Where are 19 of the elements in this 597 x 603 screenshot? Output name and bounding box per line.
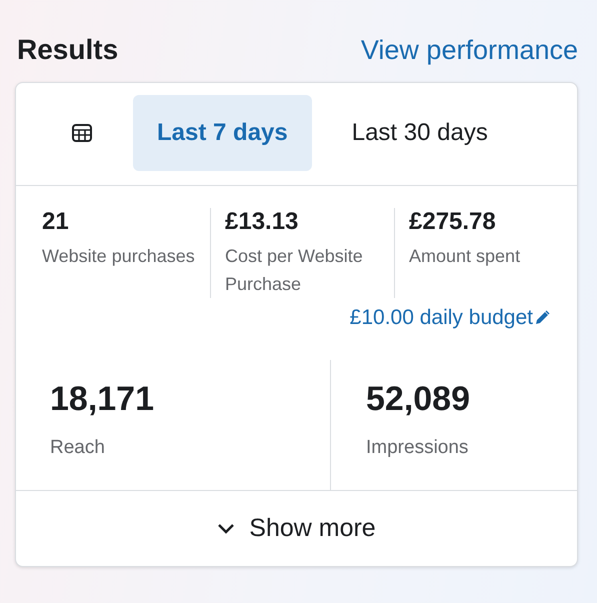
results-title: Results	[17, 34, 118, 66]
pencil-icon	[533, 309, 551, 327]
table-icon	[71, 122, 93, 144]
view-performance-link[interactable]: View performance	[360, 34, 578, 66]
date-range-tab[interactable]: Last 30 days	[328, 95, 512, 171]
date-range-tab[interactable]: Last 7 days	[133, 95, 312, 171]
metric-value: 21	[42, 208, 70, 236]
daily-budget-link[interactable]: £10.00 daily budget	[350, 306, 551, 330]
show-more-button[interactable]: Show more	[16, 490, 577, 566]
metric-value: 52,089	[366, 380, 471, 419]
metric-value: £13.13	[225, 208, 300, 236]
metric-label: Cost per Website Purchase	[225, 245, 364, 296]
chevron-down-icon	[217, 522, 236, 534]
metric-label: Website purchases	[42, 245, 196, 268]
metric-value: £275.78	[409, 208, 497, 236]
metric-value: 18,171	[50, 380, 155, 419]
metric-label: Amount spent	[409, 245, 522, 268]
metric-label: Reach	[50, 437, 106, 459]
metric-label: Impressions	[366, 437, 470, 459]
